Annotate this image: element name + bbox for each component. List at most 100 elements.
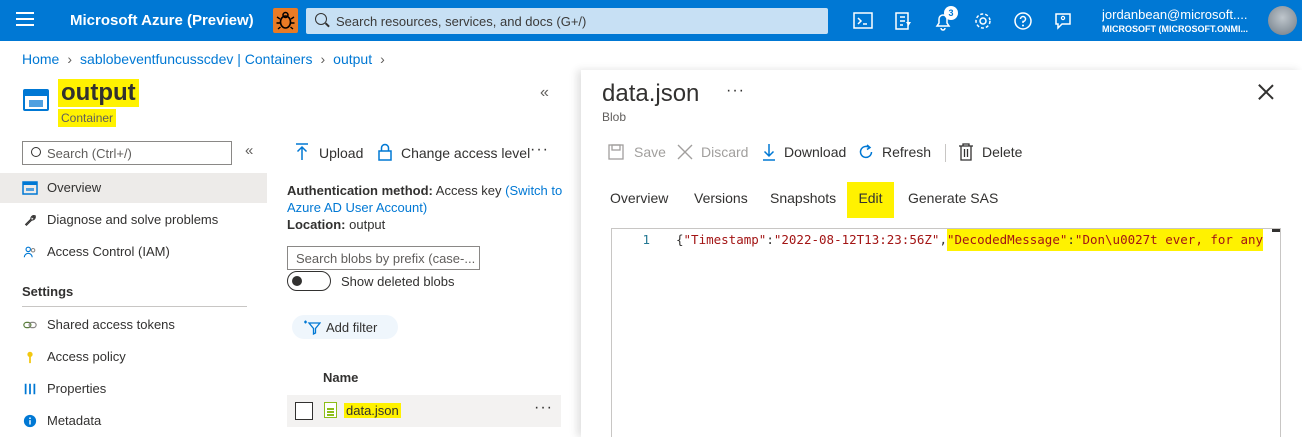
nav-collapse-icon[interactable]: « (245, 142, 253, 159)
scrollbar[interactable] (1272, 229, 1280, 232)
blob-detail-panel: data.json ··· Blob Save Discard Download… (581, 70, 1302, 437)
discard-label: Discard (701, 144, 749, 160)
save-label: Save (634, 144, 666, 160)
page-title: output (58, 79, 139, 107)
properties-icon (24, 383, 36, 395)
add-filter-button[interactable]: Add filter (292, 315, 398, 339)
blob-prefix-search-input[interactable]: Search blobs by prefix (case-... (287, 246, 480, 270)
global-search-input[interactable]: Search resources, services, and docs (G+… (306, 8, 828, 34)
key-icon (27, 351, 33, 364)
close-icon[interactable] (1258, 84, 1274, 100)
sidebar-item-iam[interactable]: Access Control (IAM) (0, 237, 267, 267)
chevron-right-icon: › (67, 51, 73, 67)
tab-edit[interactable]: Edit (847, 182, 894, 218)
code-token: { (676, 232, 684, 247)
user-email: jordanbean@microsoft.... (1102, 7, 1248, 22)
top-bar: Microsoft Azure (Preview) Search resourc… (0, 0, 1302, 41)
save-icon (608, 144, 624, 160)
sidebar-item-label: Diagnose and solve problems (47, 212, 219, 227)
breadcrumb-output[interactable]: output (333, 51, 372, 67)
tab-overview[interactable]: Overview (610, 190, 668, 206)
upload-label: Upload (319, 145, 364, 161)
directory-filter-icon[interactable] (892, 10, 914, 32)
bug-icon[interactable] (273, 8, 298, 33)
breadcrumb-containers[interactable]: sablobeventfuncusscdev | Containers (80, 51, 312, 67)
sidebar-item-label: Shared access tokens (47, 317, 175, 332)
wrench-icon (24, 215, 36, 227)
column-header-name[interactable]: Name (323, 370, 358, 385)
code-line: {"Timestamp":"2022-08-12T13:23:56Z","Dec… (676, 229, 1264, 251)
auth-info: Authentication method: Access key (Switc… (287, 182, 567, 233)
nav-search-placeholder: Search (Ctrl+/) (47, 146, 132, 161)
file-icon (324, 402, 337, 418)
filter-icon (304, 320, 321, 335)
sidebar-item-metadata[interactable]: Metadata (0, 406, 267, 436)
refresh-label: Refresh (882, 144, 932, 160)
sidebar-item-label: Metadata (47, 413, 102, 428)
row-checkbox[interactable] (295, 402, 313, 420)
sidebar-item-label: Access Control (IAM) (47, 244, 170, 259)
code-token: "2022-08-12T13:23:56Z" (773, 232, 940, 247)
help-icon[interactable] (1012, 10, 1034, 32)
tab-generate-sas[interactable]: Generate SAS (908, 190, 998, 206)
avatar[interactable] (1268, 6, 1297, 35)
lock-icon (378, 143, 392, 161)
sidebar-item-label: Overview (47, 180, 102, 195)
portal-title[interactable]: Microsoft Azure (Preview) (70, 12, 254, 29)
auth-method-value: Access key (435, 183, 502, 198)
blade-title: data.json (602, 80, 700, 107)
cloud-shell-icon[interactable] (852, 10, 874, 32)
code-token: "DecodedMessage" (946, 232, 1068, 247)
tab-snapshots[interactable]: Snapshots (770, 190, 836, 206)
search-icon (31, 147, 41, 157)
tab-versions[interactable]: Versions (694, 190, 748, 206)
line-number: 1 (642, 232, 650, 247)
search-placeholder: Search resources, services, and docs (G+… (336, 14, 587, 29)
menu-icon[interactable] (16, 12, 34, 28)
trash-icon (959, 143, 973, 161)
location-label: Location: (287, 217, 346, 232)
code-token: "Timestamp" (683, 232, 767, 247)
download-label: Download (784, 144, 847, 160)
location-value: output (349, 217, 386, 232)
code-token: "Don\u0027t ever, for any (1074, 232, 1264, 247)
feedback-icon[interactable] (1052, 10, 1074, 32)
settings-gear-icon[interactable] (972, 10, 994, 32)
more-options-icon[interactable]: ··· (726, 82, 745, 100)
sidebar-item-shared-access-tokens[interactable]: Shared access tokens (0, 310, 267, 340)
notification-badge: 3 (944, 6, 958, 20)
code-token: : (1067, 232, 1075, 247)
table-row[interactable]: data.json ··· (287, 395, 561, 427)
sidebar-item-label: Properties (47, 381, 107, 396)
collapse-chevron-icon[interactable]: « (540, 84, 549, 102)
search-icon (315, 13, 327, 25)
breadcrumb-home[interactable]: Home (22, 51, 59, 67)
chevron-right-icon: › (320, 51, 326, 67)
change-access-level-label: Change access level (401, 145, 531, 161)
people-icon (23, 246, 36, 258)
blob-name-link[interactable]: data.json (344, 403, 401, 418)
more-options-icon[interactable]: ··· (530, 141, 549, 159)
toolbar-divider (945, 144, 946, 162)
info-icon (23, 414, 37, 428)
page-subtitle: Container (58, 109, 117, 127)
sidebar-item-diagnose[interactable]: Diagnose and solve problems (0, 205, 267, 235)
upload-icon (296, 143, 308, 160)
link-icon (23, 321, 37, 329)
breadcrumb: Home › sablobeventfuncusscdev | Containers… (22, 51, 393, 67)
auth-method-label: Authentication method: (287, 183, 433, 198)
nav-section-settings: Settings (22, 284, 74, 299)
show-deleted-label: Show deleted blobs (341, 274, 455, 289)
row-more-icon[interactable]: ··· (534, 399, 553, 417)
sidebar-item-properties[interactable]: Properties (0, 374, 267, 404)
account-menu[interactable]: jordanbean@microsoft.... MICROSOFT (MICR… (1102, 7, 1262, 34)
add-filter-label: Add filter (326, 320, 378, 335)
chevron-right-icon: › (380, 51, 385, 67)
code-editor[interactable]: 1 {"Timestamp":"2022-08-12T13:23:56Z","D… (611, 228, 1281, 437)
sidebar-item-access-policy[interactable]: Access policy (0, 342, 267, 372)
show-deleted-toggle[interactable] (287, 271, 331, 291)
sidebar-item-overview[interactable]: Overview (0, 173, 267, 203)
container-icon (23, 89, 49, 111)
blade-subtitle: Blob (602, 110, 627, 124)
nav-search-input[interactable]: Search (Ctrl+/) (22, 141, 232, 165)
